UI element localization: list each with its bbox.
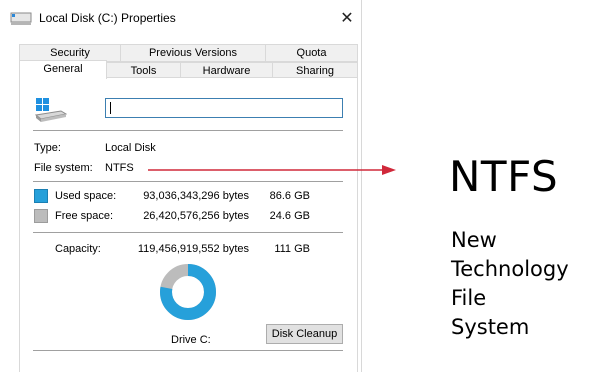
type-label: Type: — [34, 142, 61, 154]
annotation-title: NTFS — [449, 152, 559, 201]
annotation-line-file: File — [451, 286, 487, 310]
disk-usage-donut — [160, 264, 216, 320]
drive-icon — [10, 12, 32, 25]
free-space-swatch — [34, 209, 48, 223]
used-space-bytes: 93,036,343,296 bytes — [143, 190, 249, 202]
disk-cleanup-button[interactable]: Disk Cleanup — [266, 324, 343, 344]
free-space-label: Free space: — [55, 210, 114, 222]
text-caret — [110, 102, 111, 114]
divider — [33, 232, 343, 233]
used-space-swatch — [34, 189, 48, 203]
close-icon: ✕ — [340, 10, 354, 27]
arrow-head — [382, 165, 396, 175]
annotation-line-technology: Technology — [451, 257, 569, 281]
tab-general[interactable]: General — [19, 60, 107, 79]
properties-window: Local Disk (C:) Properties ✕ Security Pr… — [0, 0, 362, 372]
close-button[interactable]: ✕ — [337, 9, 357, 29]
tab-quota[interactable]: Quota — [265, 44, 358, 62]
used-space-label: Used space: — [55, 190, 117, 202]
annotation-line-new: New — [451, 228, 497, 252]
capacity-bytes: 119,456,919,552 bytes — [137, 243, 249, 255]
capacity-gb: 111 GB — [274, 243, 310, 255]
window-title: Local Disk (C:) Properties — [39, 11, 176, 25]
free-space-gb: 24.6 GB — [269, 210, 310, 222]
divider — [33, 350, 343, 351]
drive-name-input[interactable] — [105, 98, 343, 118]
used-space-gb: 86.6 GB — [269, 190, 310, 202]
capacity-label: Capacity: — [55, 243, 101, 255]
free-space-bytes: 26,420,576,256 bytes — [143, 210, 249, 222]
windows-drive-icon — [35, 98, 67, 122]
title-bar[interactable]: Local Disk (C:) Properties ✕ — [0, 0, 361, 38]
drive-letter-label: Drive C: — [171, 334, 211, 346]
divider — [33, 130, 343, 131]
divider — [33, 181, 343, 182]
tab-previous-versions[interactable]: Previous Versions — [120, 44, 266, 62]
annotation-line-system: System — [451, 315, 530, 339]
file-system-label: File system: — [34, 162, 93, 174]
file-system-value: NTFS — [105, 162, 134, 174]
type-value: Local Disk — [105, 142, 156, 154]
